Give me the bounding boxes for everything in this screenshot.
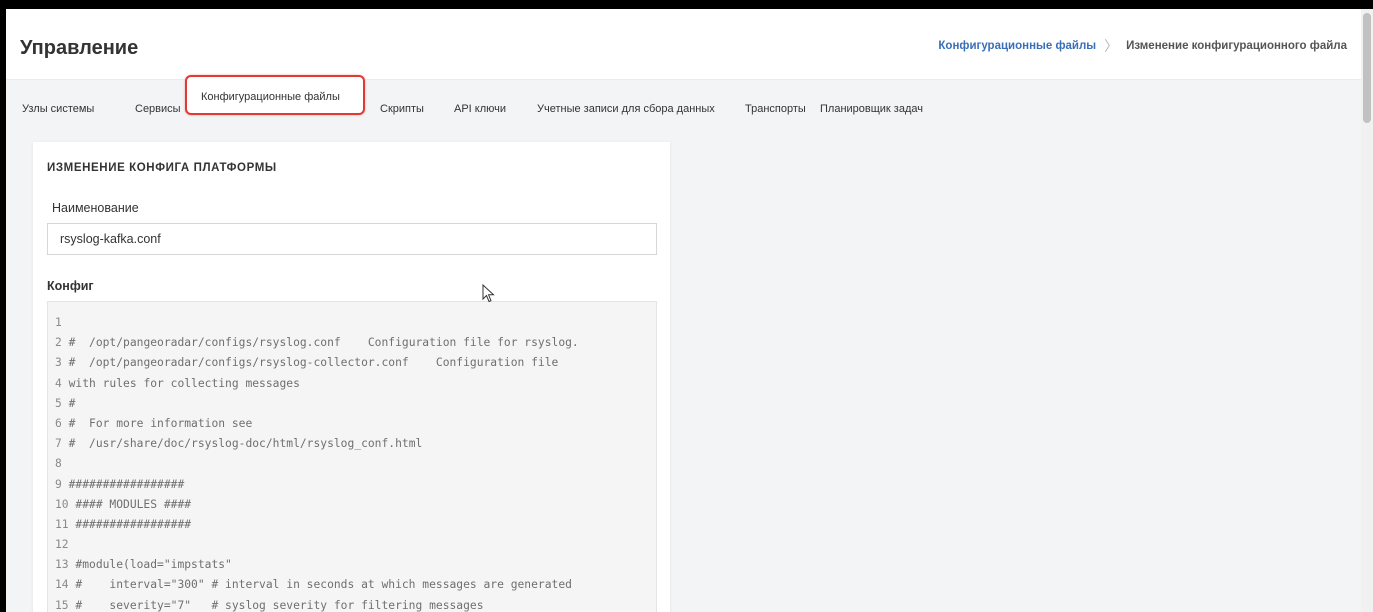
line-number: 3	[55, 356, 62, 370]
code-line: 5 #	[55, 394, 579, 414]
code-line: 7 # /usr/share/doc/rsyslog-doc/html/rsys…	[55, 434, 579, 454]
code-line: 1	[55, 313, 579, 333]
line-number: 14	[55, 578, 69, 592]
tab-config-files-label: Конфигурационные файлы	[201, 91, 340, 103]
line-text: #module(load="impstats"	[75, 558, 232, 572]
tab-api-keys[interactable]: API ключи	[454, 103, 506, 115]
chevron-right-icon: 〉	[1104, 38, 1119, 54]
mouse-cursor-icon	[482, 284, 495, 303]
config-label: Конфиг	[47, 279, 94, 293]
line-number: 15	[55, 598, 69, 612]
line-number: 8	[55, 457, 62, 471]
code-line: 6 # For more information see	[55, 414, 579, 434]
line-number: 11	[55, 517, 69, 531]
card-title: ИЗМЕНЕНИЕ КОНФИГА ПЛАТФОРМЫ	[47, 162, 277, 174]
line-number: 4	[55, 376, 62, 390]
tab-scripts[interactable]: Скрипты	[380, 103, 424, 115]
line-number: 10	[55, 497, 69, 511]
line-text: # interval="300" # interval in seconds a…	[75, 578, 572, 592]
code-line: 3 # /opt/pangeoradar/configs/rsyslog-col…	[55, 353, 579, 373]
code-line: 12	[55, 535, 579, 555]
scrollbar-thumb[interactable]	[1363, 13, 1371, 123]
breadcrumb: Конфигурационные файлы 〉 Изменение конфи…	[938, 39, 1347, 53]
line-number: 13	[55, 558, 69, 572]
name-label: Наименование	[52, 201, 139, 215]
line-text: # /usr/share/doc/rsyslog-doc/html/rsyslo…	[68, 437, 423, 451]
line-text: # For more information see	[68, 416, 253, 430]
tab-services[interactable]: Сервисы	[135, 103, 181, 115]
line-number: 5	[55, 396, 62, 410]
code-lines: 1 2 # /opt/pangeoradar/configs/rsyslog.c…	[55, 313, 579, 612]
line-number: 2	[55, 336, 62, 350]
line-text: #	[68, 396, 76, 410]
tab-task-scheduler[interactable]: Планировщик задач	[820, 103, 923, 115]
code-line: 15 # severity="7" # syslog severity for …	[55, 596, 579, 612]
code-line: 2 # /opt/pangeoradar/configs/rsyslog.con…	[55, 333, 579, 353]
page-header: Управление Конфигурационные файлы 〉 Изме…	[6, 9, 1361, 80]
tab-system-nodes[interactable]: Узлы системы	[22, 103, 94, 115]
edit-config-card: ИЗМЕНЕНИЕ КОНФИГА ПЛАТФОРМЫ Наименование…	[33, 142, 670, 612]
config-code-editor[interactable]: 1 2 # /opt/pangeoradar/configs/rsyslog.c…	[47, 301, 657, 612]
name-input[interactable]	[47, 223, 657, 255]
code-line: 9 #################	[55, 475, 579, 495]
code-line: 8	[55, 454, 579, 474]
breadcrumb-current: Изменение конфигурационного файла	[1126, 40, 1347, 52]
line-number: 6	[55, 416, 62, 430]
line-text: #################	[68, 477, 185, 491]
page-scrollbar[interactable]	[1361, 9, 1373, 612]
code-line: 4 with rules for collecting messages	[55, 374, 579, 394]
page-title: Управление	[20, 37, 139, 59]
line-text: # /opt/pangeoradar/configs/rsyslog-colle…	[68, 356, 559, 370]
line-text: #################	[75, 517, 192, 531]
code-line: 10 #### MODULES ####	[55, 495, 579, 515]
line-text: #### MODULES ####	[75, 497, 192, 511]
line-text: # /opt/pangeoradar/configs/rsyslog.conf …	[68, 336, 579, 350]
tab-transports[interactable]: Транспорты	[745, 103, 806, 115]
tab-data-collection-accounts[interactable]: Учетные записи для сбора данных	[537, 103, 715, 115]
line-text: with rules for collecting messages	[68, 376, 300, 390]
line-number: 1	[55, 316, 62, 329]
code-line: 13 #module(load="impstats"	[55, 555, 579, 575]
line-number: 9	[55, 477, 62, 491]
line-number: 12	[55, 538, 69, 552]
code-line: 14 # interval="300" # interval in second…	[55, 575, 579, 595]
line-number: 7	[55, 437, 62, 451]
breadcrumb-link-config-files[interactable]: Конфигурационные файлы	[938, 40, 1096, 52]
line-text: # severity="7" # syslog severity for fil…	[75, 598, 484, 612]
code-line: 11 #################	[55, 515, 579, 535]
tab-config-files[interactable]: Конфигурационные файлы	[185, 75, 365, 115]
